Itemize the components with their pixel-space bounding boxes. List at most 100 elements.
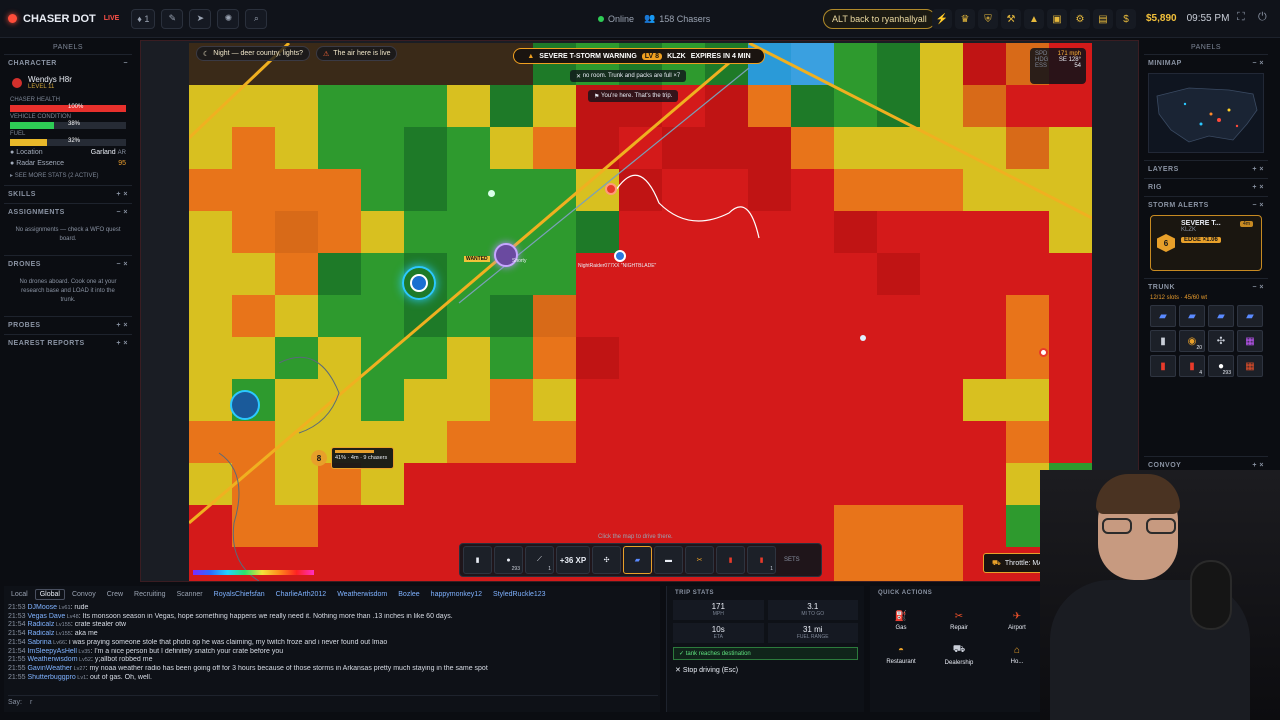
hotbar-slot[interactable]: ▬ [654,546,683,574]
event-tag-night[interactable]: ☾ Night — deer country, lights? [196,46,311,61]
trunk-slot[interactable]: ▰ [1237,305,1263,327]
alt-back-button[interactable]: ALT back to ryanhallyall [823,9,936,29]
panel-controls-icon[interactable]: − × [1252,284,1264,291]
report-dot[interactable] [488,190,495,197]
nearest-reports-section[interactable]: NEAREST REPORTS + × [4,334,132,352]
tools-icon[interactable]: ⚒ [1001,9,1021,29]
hotbar-slot-selected[interactable]: ▰ [623,546,652,574]
gas-button[interactable]: ⛽ Gas [874,606,928,636]
bag-icon[interactable]: ▣ [1047,9,1067,29]
trunk-slot[interactable]: ✣ [1208,330,1234,352]
dm-tab[interactable]: RoyalsChiefsfan [210,590,269,599]
chaser-count-badge[interactable]: 8 [311,450,327,466]
panel-controls-icon[interactable]: + × [116,340,128,347]
tab-convoy[interactable]: Convoy [68,590,100,599]
fullscreen-icon[interactable]: ⛶ [1237,11,1245,24]
hotbar-slot[interactable]: ▮ [463,546,492,574]
lightning-icon[interactable]: ⚡ [932,9,952,29]
repair-button[interactable]: ✂ Repair [932,606,986,636]
dm-tab[interactable]: Bozlee [394,590,423,599]
hotbar-slot[interactable]: ● 293 [494,546,523,574]
trunk-slot[interactable]: ▰ [1150,305,1176,327]
radar-map[interactable] [189,43,1092,581]
panel-controls-icon[interactable]: + × [116,191,128,198]
hotbar-slot[interactable]: ▮ 1 [747,546,776,574]
layers-section[interactable]: LAYERS + × [1144,160,1268,178]
hotbar-slot[interactable]: ⟋ 1 [525,546,554,574]
book-icon[interactable]: ▤ [1093,9,1113,29]
panel-controls-icon[interactable]: + × [1252,166,1264,173]
radar-icon[interactable]: ✺ [217,8,240,29]
target-dot[interactable] [1039,348,1048,357]
trunk-slot[interactable]: ● 293 [1208,355,1234,377]
panel-controls-icon[interactable]: + × [1252,462,1264,469]
cone-icon[interactable]: ▲ [1024,9,1044,29]
panel-controls-icon[interactable]: + × [1252,184,1264,191]
panel-controls-icon[interactable]: − × [116,209,128,216]
stop-driving-button[interactable]: ✕ Stop driving (Esc) [667,664,864,676]
tab-global[interactable]: Global [34,588,65,600]
restaurant-button[interactable]: ◓ Restaurant [874,640,928,670]
event-tag-air[interactable]: ⚠ The air here is live [316,46,398,61]
chat-input-row[interactable]: Say: r [8,695,658,706]
storm-warning-banner[interactable]: ▲ SEVERE T-STORM WARNING LV 8 KLZK EXPIR… [513,48,765,64]
tab-local[interactable]: Local [7,590,32,599]
home-button[interactable]: ⌂ Ho... [990,640,1044,670]
storm-alert-card[interactable]: 6 SEVERE T... 4m KLZK EDGE ×1.06 [1150,215,1262,271]
brand[interactable]: CHASER DOT LIVE [8,13,119,25]
chat-username[interactable]: Vegas Dave [27,613,65,620]
dealership-button[interactable]: ⛟ Dealership [932,640,986,670]
chaser-cluster-box[interactable]: 41% · 4m · 9 chasers [331,447,394,469]
trunk-slot[interactable]: ▦ [1237,355,1263,377]
probes-section[interactable]: PROBES + × [4,316,132,334]
panel-controls-icon[interactable]: − × [116,261,128,268]
power-icon[interactable]: ⏻ [1258,11,1267,24]
chat-username[interactable]: Sabrina [27,639,51,646]
airport-button[interactable]: ✈ Airport [990,606,1044,636]
chat-username[interactable]: GavinWeather [27,665,72,672]
report-dot[interactable] [860,335,866,341]
dm-tab[interactable]: happymonkey12 [427,590,486,599]
chat-username[interactable]: DJMoose [27,604,57,611]
hotbar-slot[interactable]: ✂ [685,546,714,574]
cursor-icon[interactable]: ➤ [189,8,212,29]
hazard-marker[interactable] [605,183,617,195]
tab-recruiting[interactable]: Recruiting [130,590,170,599]
trunk-slot[interactable]: ▮ [1150,330,1176,352]
tab-crew[interactable]: Crew [103,590,127,599]
character-header[interactable]: CHARACTER − [4,58,132,69]
rig-section[interactable]: RIG + × [1144,178,1268,196]
chat-username[interactable]: Weatherwisdom [27,656,77,663]
hotbar-slot[interactable]: ✣ [592,546,621,574]
collapse-icon[interactable]: − [123,60,128,67]
trunk-slot[interactable]: ▦ [1237,330,1263,352]
radar-center-marker[interactable] [410,274,428,292]
skills-section[interactable]: SKILLS + × [4,185,132,203]
other-chaser-marker[interactable] [614,250,626,262]
dm-tab[interactable]: Weatherwisdom [333,590,391,599]
hotbar-slot[interactable]: ▮ [716,546,745,574]
shield-icon[interactable]: ⛨ [978,9,998,29]
chat-input[interactable]: r [30,699,32,706]
hotbar-slot-xp[interactable]: +36 XP [556,546,590,574]
chat-username[interactable]: Shutterbuggpro [27,674,75,681]
trunk-slot[interactable]: ◉ 20 [1179,330,1205,352]
trunk-slot[interactable]: ▮ [1150,355,1176,377]
chat-username[interactable]: Radicalz [27,630,54,637]
probe-marker[interactable] [230,390,260,420]
cash-icon[interactable]: $ [1116,9,1136,29]
chat-username[interactable]: Radicalz [27,621,54,628]
tab-scanner[interactable]: Scanner [173,590,207,599]
trunk-slot[interactable]: ▮ 4 [1179,355,1205,377]
trunk-slot[interactable]: ▰ [1208,305,1234,327]
dm-tab[interactable]: StyledRuckle123 [489,590,550,599]
trunk-slot[interactable]: ▰ [1179,305,1205,327]
notification-count-button[interactable]: ♦ 1 [131,8,156,29]
panel-controls-icon[interactable]: − × [1252,60,1264,67]
panel-controls-icon[interactable]: + × [116,322,128,329]
crown-icon[interactable]: ♛ [955,9,975,29]
gear-icon[interactable]: ⚙ [1070,9,1090,29]
see-more-stats-link[interactable]: ▸ SEE MORE STATS (2 ACTIVE) [4,169,132,182]
search-icon[interactable]: ⌕ [245,8,268,29]
chat-username[interactable]: ImSleepyAsHell [27,648,76,655]
